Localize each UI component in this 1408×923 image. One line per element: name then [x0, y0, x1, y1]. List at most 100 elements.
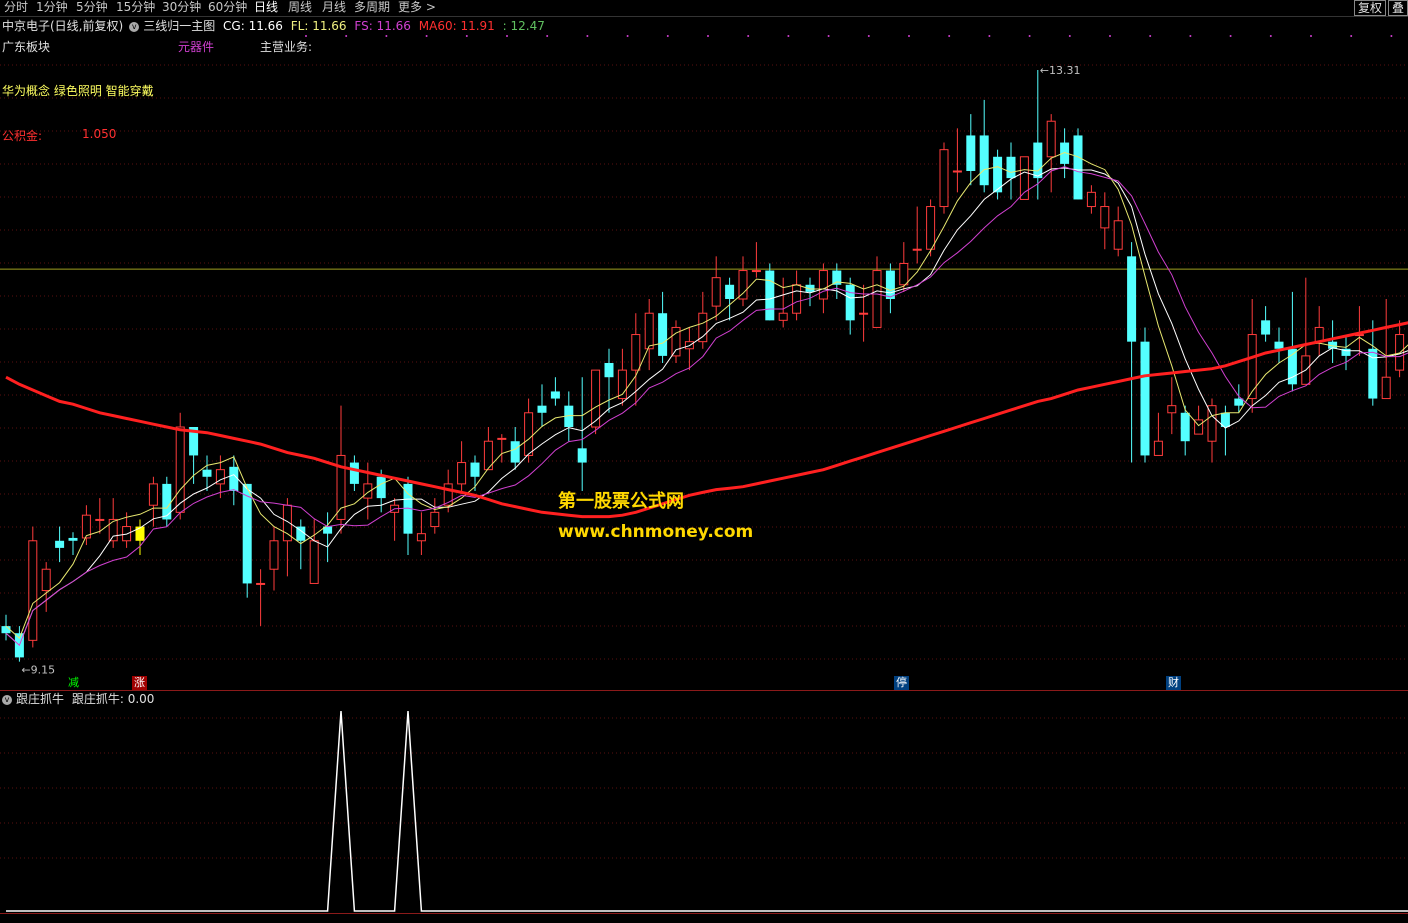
candle-body: [1314, 326, 1324, 343]
marker-suspend[interactable]: 停: [894, 676, 909, 690]
candle-body: [1167, 405, 1177, 414]
fund-value: 1.050: [82, 127, 117, 141]
dot-mark: [747, 35, 750, 37]
dot-mark: [1350, 35, 1353, 37]
candle-body: [872, 270, 882, 328]
candle-body: [55, 540, 65, 548]
panel-divider: [0, 690, 1408, 691]
candle-body: [457, 462, 467, 485]
dot-mark: [385, 35, 388, 37]
candle-body: [41, 568, 51, 592]
subchart-line[interactable]: [0, 708, 1408, 913]
candle-body: [631, 334, 641, 371]
candlestick-chart[interactable]: ←13.31 ←9.15: [0, 35, 1408, 691]
dot-mark: [305, 35, 307, 37]
period-30min[interactable]: 30分钟: [162, 0, 201, 16]
candle-body: [604, 363, 614, 378]
dot-mark: [988, 35, 991, 37]
grid-lines: [0, 64, 1408, 660]
candle-body: [751, 270, 761, 273]
fl-value: FL: 11.66: [290, 19, 347, 33]
candle-body: [765, 270, 775, 321]
candle-body: [430, 511, 440, 528]
candle-body: [256, 582, 266, 585]
candle-body: [912, 248, 922, 251]
candle-body: [1261, 320, 1271, 335]
candle-body: [966, 135, 976, 171]
period-more[interactable]: 更多 >: [398, 0, 436, 16]
dot-mark: [626, 35, 629, 37]
candle-body: [1100, 206, 1110, 229]
period-multi[interactable]: 多周期: [354, 0, 390, 16]
candle-body: [778, 312, 788, 321]
candles: [1, 70, 1405, 662]
candle-body: [738, 270, 748, 300]
dot-mark: [586, 35, 589, 37]
candle-body: [1086, 191, 1096, 208]
indicator-info-bar: 中京电子(日线,前复权) v 三线归一主图 CG: 11.66 FL: 11.66 …: [0, 17, 1408, 35]
candle-body: [711, 277, 721, 307]
dot-mark: [948, 35, 951, 37]
dot-mark: [1229, 35, 1232, 37]
dot-mark: [707, 35, 709, 37]
chevron-down-icon[interactable]: v: [2, 694, 12, 705]
candle-body: [1274, 341, 1284, 349]
business-label: 主营业务:: [260, 40, 313, 54]
dot-mark: [908, 35, 910, 37]
dot-mark: [546, 35, 549, 37]
candle-body: [792, 284, 802, 314]
period-1min[interactable]: 1分钟: [36, 0, 68, 16]
high-low-labels: ←13.31 ←9.15: [21, 64, 1080, 677]
adjust-button[interactable]: 复权: [1354, 0, 1387, 16]
candle-body: [537, 405, 547, 413]
candle-body: [28, 540, 38, 641]
marker-rise[interactable]: 涨: [132, 676, 147, 690]
candle-body: [885, 270, 895, 299]
candle-body: [309, 540, 319, 584]
fs-line: [5, 166, 1408, 647]
sector-label: 广东板块: [2, 40, 51, 54]
dot-mark: [1149, 35, 1152, 37]
candle-body: [1033, 142, 1043, 179]
candle-body: [1247, 334, 1257, 400]
candle-body: [725, 284, 735, 299]
period-5min[interactable]: 5分钟: [76, 0, 108, 16]
period-daily[interactable]: 日线: [254, 0, 278, 16]
subchart-title-bar: v 跟庄抓牛 跟庄抓牛: 0.00: [0, 691, 154, 707]
candle-body: [1006, 156, 1016, 179]
dot-mark: [1189, 35, 1192, 37]
marker-finance[interactable]: 财: [1166, 676, 1181, 690]
extra-value: : 12.47: [502, 19, 545, 33]
dot-mark: [1109, 35, 1111, 37]
candle-body: [1113, 220, 1123, 250]
dot-mark: [1310, 35, 1312, 37]
candle-body: [95, 518, 105, 521]
period-monthly[interactable]: 月线: [322, 0, 346, 16]
period-intraday[interactable]: 分时: [4, 0, 28, 16]
candle-body: [1140, 341, 1150, 456]
marker-reduce[interactable]: 减: [66, 676, 81, 690]
cg-line: [5, 167, 1408, 647]
overlay-button[interactable]: 叠加: [1388, 0, 1408, 16]
candle-body: [1153, 440, 1163, 456]
candle-body: [926, 206, 936, 250]
period-60min[interactable]: 60分钟: [208, 0, 247, 16]
candle-body: [202, 469, 212, 477]
chevron-down-icon[interactable]: v: [129, 21, 140, 32]
subchart-title[interactable]: 跟庄抓牛: [16, 692, 64, 706]
candle-body: [108, 518, 118, 542]
candle-body: [524, 412, 534, 456]
dot-mark: [1390, 35, 1393, 37]
formula-name[interactable]: 三线归一主图: [143, 19, 215, 33]
candle-body: [577, 448, 587, 463]
candle-body: [899, 262, 909, 286]
cg-value: CG: 11.66: [223, 19, 283, 33]
fund-label: 公积金:: [2, 129, 43, 143]
period-15min[interactable]: 15分钟: [116, 0, 155, 16]
signal-line: [6, 710, 1408, 912]
candle-body: [1046, 120, 1056, 158]
dot-mark: [867, 35, 870, 37]
candle-body: [698, 312, 708, 343]
period-weekly[interactable]: 周线: [288, 0, 312, 16]
subchart-value: 跟庄抓牛: 0.00: [71, 692, 155, 706]
